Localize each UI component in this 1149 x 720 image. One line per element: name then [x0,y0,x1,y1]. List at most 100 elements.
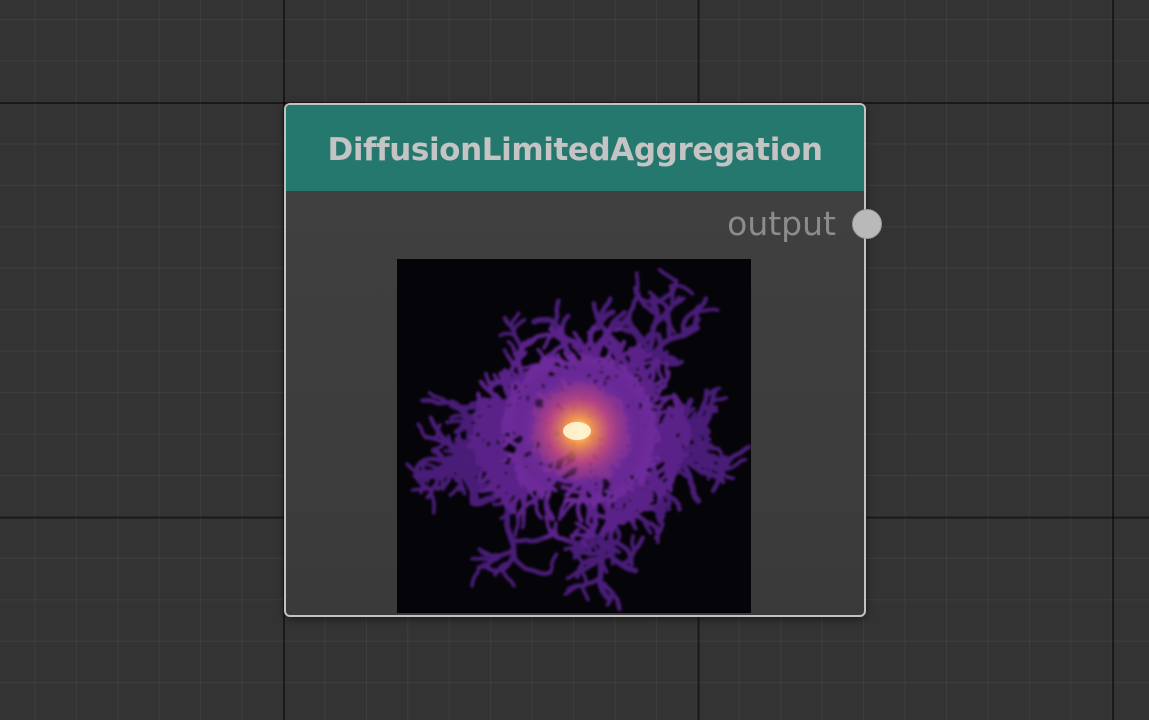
dla-branch-segment [461,422,471,432]
dla-branch-segment [633,285,639,296]
dla-branch-segment [649,442,655,451]
dla-branch-segment [613,499,620,507]
dla-branch-segment [690,325,701,334]
dla-branch-segment [658,441,666,451]
dla-branch-segment [566,584,576,592]
dla-branch-segment [662,500,672,508]
dla-branch-segment [526,484,535,492]
node-header[interactable]: DiffusionLimitedAggregation [286,105,864,191]
dla-branch-segment [710,390,718,400]
dla-branch-segment [649,296,656,308]
dla-branch-segment [706,408,715,417]
dla-branch-segment [513,528,518,538]
diffusion-limited-aggregation-node[interactable]: DiffusionLimitedAggregation output [284,103,882,617]
dla-branch-segment [458,404,468,410]
dla-branch-segment [531,317,542,325]
dla-branch-segment [509,375,518,384]
dla-branch-segment [562,313,571,322]
dla-branch-segment [712,386,722,392]
dla-branch-segment [657,515,664,524]
dla-branch-segment [629,499,637,510]
dla-branch-segment [688,406,696,414]
dla-branch-segment [481,418,488,428]
dla-branch-segment [591,301,597,311]
output-socket[interactable] [852,209,882,239]
dla-branch-segment [477,547,486,554]
dla-branch-segment [520,520,526,530]
dla-branch-segment [449,414,458,420]
preview-image [397,259,751,613]
dla-branch-segment [518,381,527,388]
dla-branch-segment [520,365,530,370]
dla-branch-segment [658,373,665,382]
dla-branch-segment [419,486,425,495]
dla-branch-segment [670,413,677,422]
dla-branch-segment [456,431,462,440]
dla-branch-segment [657,267,666,275]
output-port-label: output [727,204,836,243]
dla-branch-segment [713,467,723,474]
dla-branch-segment [493,398,502,408]
dla-branch-segment [645,494,653,501]
dla-branch-segment [656,388,663,397]
dla-branch-segment [742,444,751,452]
dla-branch-segment [603,334,613,340]
node-title: DiffusionLimitedAggregation [327,132,823,168]
dla-branch-segment [544,514,549,524]
dla-branch-segment [519,350,528,359]
dla-branch-segment [557,512,563,521]
dla-branch-segment [461,462,469,472]
dla-branch-segment [536,347,544,356]
dla-fractal-image [397,259,751,613]
dla-branch-segment [479,409,487,417]
dla-branch-segment [618,309,627,318]
dla-branch-segment [628,357,636,369]
dla-branch-segment [492,484,499,495]
dla-branch-segment [549,351,559,359]
dla-branch-segment [526,337,536,344]
dla-branch-segment [449,399,460,408]
dla-branch-segment [695,440,705,446]
dla-branch-segment [563,546,572,552]
node-graph-canvas[interactable]: DiffusionLimitedAggregation output [0,0,1149,720]
dla-branch-segment [410,487,420,492]
dla-branch-segment [498,371,506,382]
dla-branch-segment [452,474,459,483]
dla-branch-segment [673,406,683,412]
dla-branch-segment [412,473,422,480]
dla-branch-segment [570,539,579,549]
dla-branch-segment [686,288,695,296]
dla-branch-segment [605,309,616,317]
dla-branch-segment [490,433,500,439]
dla-branch-segment [577,513,584,524]
dla-branch-segment [677,452,687,458]
output-port-row: output [286,201,882,247]
dla-branch-segment [502,348,509,357]
dla-branch-segment [667,422,673,432]
dla-branch-segment [523,342,532,348]
dla-branch-segment [674,359,684,367]
dla-branch-segment [584,593,590,602]
dla-branch-segment [500,473,510,479]
dla-branch-segment [627,319,635,329]
dla-branch-segment [427,391,436,398]
dla-branch-segment [555,298,561,308]
dla-branch-segment [630,533,635,543]
dla-branch-segment [536,512,543,520]
dla-branch-segment [619,339,627,349]
dla-branch-segment [448,490,457,497]
dla-branch-segment [661,397,669,405]
dla-branch-segment [726,475,736,481]
dla-branch-segment [669,326,677,335]
dla-branch-segment [430,446,439,454]
dla-branch-segment [553,521,558,531]
dla-branch-segment [449,404,458,410]
dla-branch-segment [670,475,676,485]
dla-branch-segment [563,589,572,596]
dla-branch-segment [629,376,636,386]
dla-branch-segment [436,423,442,432]
dla-branch-segment [654,421,662,429]
dla-branch-segment [542,341,549,350]
dla-branch-segment [548,354,555,365]
dla-branch-segment [573,527,581,535]
